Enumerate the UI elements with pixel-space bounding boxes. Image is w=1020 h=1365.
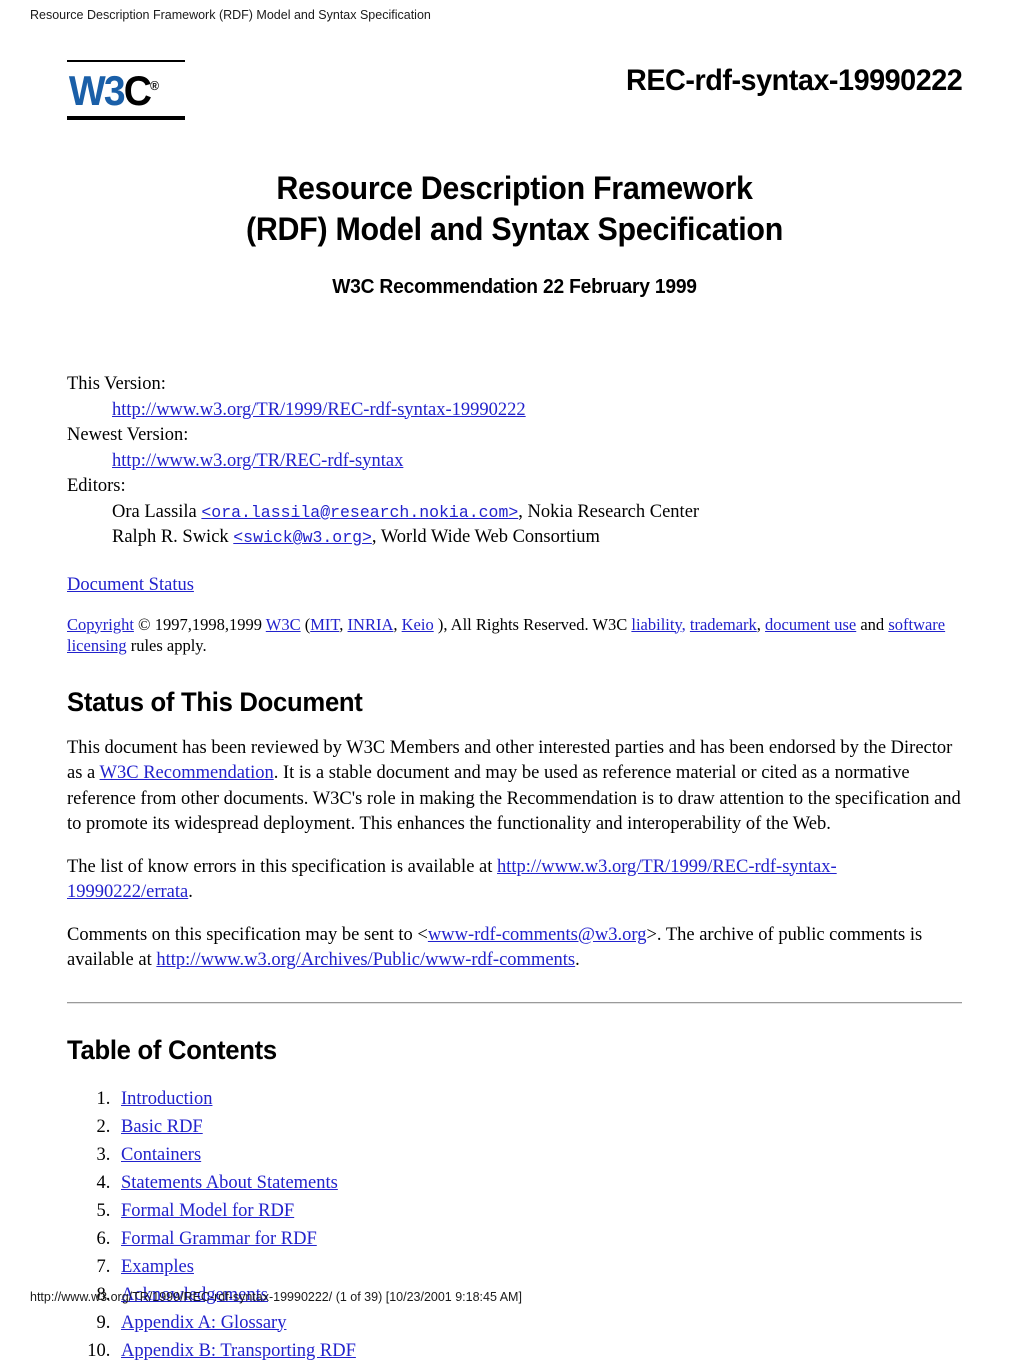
toc-link-formal-model-for-rdf[interactable]: Formal Model for RDF xyxy=(121,1201,294,1221)
document-use-link[interactable]: document use xyxy=(765,615,856,634)
document-metadata: This Version: http://www.w3.org/TR/1999/… xyxy=(67,372,962,551)
toc-link-statements-about-statements[interactable]: Statements About Statements xyxy=(121,1173,338,1193)
editors-label: Editors: xyxy=(67,476,126,496)
status-section-heading: Status of This Document xyxy=(67,686,363,717)
editor-1-name: Ora Lassila xyxy=(112,501,202,522)
editor-2-name: Ralph R. Swick xyxy=(112,527,234,547)
page-title-line1: Resource Description Framework xyxy=(276,170,753,206)
liability-link[interactable]: liability, xyxy=(631,615,685,634)
w3c-logo[interactable]: W3C® xyxy=(67,60,185,120)
page-title: Resource Description Framework (RDF) Mod… xyxy=(89,168,939,250)
browser-running-foot: http://www.w3.org/TR/1999/REC-rdf-syntax… xyxy=(30,1290,522,1304)
copyright-close-paren: ), All Rights Reserved. W3C xyxy=(433,614,632,634)
toc-link-introduction[interactable]: Introduction xyxy=(121,1089,212,1109)
comments-email-link[interactable]: www-rdf-comments@w3.org xyxy=(428,925,647,945)
list-item: Introduction xyxy=(115,1085,962,1113)
editor-2-email: <swick@w3.org> xyxy=(233,528,372,547)
copyright-years: © 1997,1998,1999 xyxy=(133,614,266,634)
newest-version-link[interactable]: http://www.w3.org/TR/REC-rdf-syntax xyxy=(112,451,403,471)
browser-running-head: Resource Description Framework (RDF) Mod… xyxy=(30,8,431,22)
status-paragraph-1: This document has been reviewed by W3C M… xyxy=(67,736,962,838)
keio-link[interactable]: Keio xyxy=(402,615,434,634)
copyright-comma-3: , xyxy=(756,614,766,634)
trademark-link[interactable]: trademark xyxy=(690,615,757,634)
table-of-contents-heading: Table of Contents xyxy=(67,1034,277,1065)
editor-2-email-link[interactable]: <swick@w3.org> xyxy=(233,528,372,547)
editor-2-affiliation: , World Wide Web Consortium xyxy=(371,527,600,547)
newest-version-label: Newest Version: xyxy=(67,425,189,445)
list-item: Examples xyxy=(115,1253,962,1281)
w3c-wordmark-c: C xyxy=(123,67,152,114)
toc-link-formal-grammar-for-rdf[interactable]: Formal Grammar for RDF xyxy=(121,1229,317,1249)
page-subtitle: W3C Recommendation 22 February 1999 xyxy=(332,276,697,298)
list-item: Formal Grammar for RDF xyxy=(115,1225,962,1253)
editor-1-email-link[interactable]: <ora.lassila@research.nokia.com> xyxy=(201,503,518,522)
document-body: W3C® REC-rdf-syntax-19990222 Resource De… xyxy=(67,50,962,1365)
w3c-link[interactable]: W3C xyxy=(266,615,301,634)
status-paragraph-2: The list of know errors in this specific… xyxy=(67,855,962,906)
toc-link-appendix-b-transporting-rdf[interactable]: Appendix B: Transporting RDF xyxy=(121,1341,356,1361)
w3c-recommendation-link[interactable]: W3C Recommendation xyxy=(100,763,274,783)
editor-1-affiliation: , Nokia Research Center xyxy=(518,501,700,522)
copyright-tail: rules apply. xyxy=(126,635,207,655)
copyright-comma-1: , xyxy=(339,614,348,634)
version-identifier: REC-rdf-syntax-19990222 xyxy=(625,64,963,97)
toc-link-appendix-a-glossary[interactable]: Appendix A: Glossary xyxy=(121,1313,286,1333)
status-paragraph-3: Comments on this specification may be se… xyxy=(67,923,962,974)
toc-link-containers[interactable]: Containers xyxy=(121,1145,201,1165)
list-item: Appendix A: Glossary xyxy=(115,1309,962,1337)
table-of-contents-list: Introduction Basic RDF Containers Statem… xyxy=(67,1085,962,1365)
toc-link-basic-rdf[interactable]: Basic RDF xyxy=(121,1117,203,1137)
status-p2-part-a: The list of know errors in this specific… xyxy=(67,856,498,877)
this-version-link[interactable]: http://www.w3.org/TR/1999/REC-rdf-syntax… xyxy=(112,400,526,420)
list-item: Statements About Statements xyxy=(115,1169,962,1197)
newest-version-value: http://www.w3.org/TR/REC-rdf-syntax xyxy=(112,449,962,475)
document-status-link-wrapper: Document Status xyxy=(67,573,962,598)
copyright-comma-2: , xyxy=(393,614,402,634)
list-item: Containers xyxy=(115,1141,962,1169)
list-item: Appendix B: Transporting RDF xyxy=(115,1337,962,1365)
list-item: Formal Model for RDF xyxy=(115,1197,962,1225)
copyright-open-paren: ( xyxy=(300,614,311,634)
page-title-line2: (RDF) Model and Syntax Specification xyxy=(245,211,783,247)
inria-link[interactable]: INRIA xyxy=(348,615,394,634)
this-version-value: http://www.w3.org/TR/1999/REC-rdf-syntax… xyxy=(112,398,962,424)
w3c-wordmark: W3C® xyxy=(67,62,177,115)
status-p3-part-a: Comments on this specification may be se… xyxy=(67,924,428,945)
copyright-notice: Copyright © 1997,1998,1999 W3C (MIT, INR… xyxy=(67,614,962,656)
editor-entry-1: Ora Lassila <ora.lassila@research.nokia.… xyxy=(112,500,962,526)
masthead: W3C® REC-rdf-syntax-19990222 xyxy=(67,50,962,146)
status-p3-part-c: . xyxy=(575,950,580,970)
status-p2-part-b: . xyxy=(188,882,193,902)
this-version-label: This Version: xyxy=(67,374,166,394)
editor-entry-2: Ralph R. Swick <swick@w3.org>, World Wid… xyxy=(112,525,962,551)
editor-1-email: <ora.lassila@research.nokia.com> xyxy=(201,503,518,522)
registered-trademark-icon: ® xyxy=(150,78,160,93)
list-item: Basic RDF xyxy=(115,1113,962,1141)
w3c-wordmark-w3: W3 xyxy=(68,67,126,114)
mit-link[interactable]: MIT xyxy=(310,615,339,634)
logo-rule-bottom xyxy=(67,116,185,120)
comments-archive-link[interactable]: http://www.w3.org/Archives/Public/www-rd… xyxy=(156,950,575,970)
toc-link-examples[interactable]: Examples xyxy=(121,1257,194,1277)
copyright-and: and xyxy=(856,614,889,634)
copyright-link[interactable]: Copyright xyxy=(67,615,134,634)
section-divider xyxy=(67,1001,962,1004)
document-status-link[interactable]: Document Status xyxy=(67,575,194,595)
